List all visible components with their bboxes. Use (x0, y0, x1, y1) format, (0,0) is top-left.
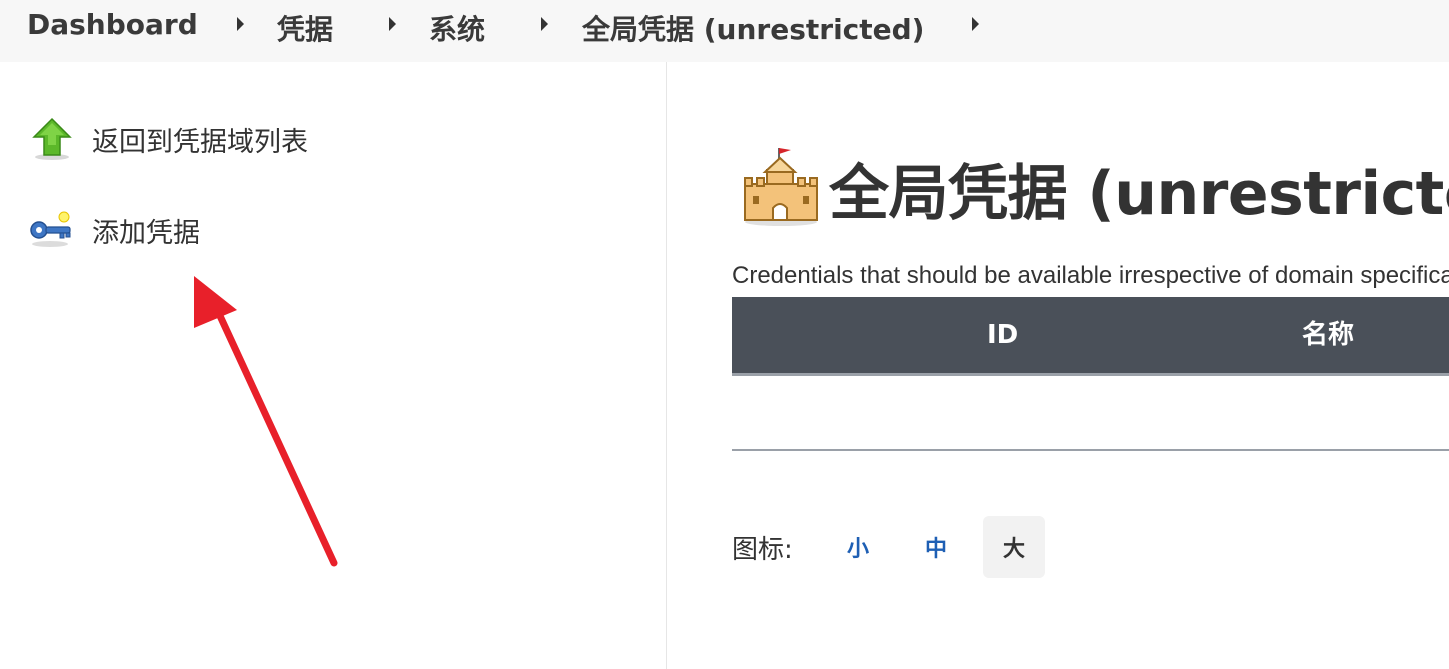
page-description: Credentials that should be available irr… (732, 262, 1449, 289)
breadcrumb-separator-icon[interactable] (237, 17, 244, 31)
column-header-name[interactable]: 名称 (1302, 297, 1354, 373)
sidebar: 返回到凭据域列表 添加凭据 (0, 62, 666, 669)
breadcrumb-separator-icon[interactable] (389, 17, 396, 31)
sidebar-item-label: 返回到凭据域列表 (92, 126, 308, 158)
main-panel: 全局凭据 (unrestricted) Credentials that sho… (667, 62, 1449, 669)
sidebar-item-label: 添加凭据 (92, 217, 200, 249)
breadcrumb-global-credentials[interactable]: 全局凭据 (unrestricted) (582, 8, 924, 48)
breadcrumb-system[interactable]: 系统 (429, 8, 485, 48)
breadcrumb-separator-icon[interactable] (541, 17, 548, 31)
breadcrumb-credentials[interactable]: 凭据 (277, 8, 333, 48)
page-header: 全局凭据 (unrestricted) (739, 144, 1449, 232)
icon-size-selector: 图标: 小 中 大 (732, 516, 1061, 578)
sidebar-item-add-credentials[interactable]: 添加凭据 (28, 205, 200, 255)
icon-size-large-button[interactable]: 大 (983, 516, 1045, 578)
key-icon (28, 206, 76, 254)
castle-icon (739, 144, 823, 232)
credentials-table-header: ID 名称 (732, 297, 1449, 376)
icon-size-small-button[interactable]: 小 (827, 516, 889, 578)
breadcrumb-separator-icon[interactable] (972, 17, 979, 31)
breadcrumb-dashboard[interactable]: Dashboard (27, 8, 198, 41)
icon-size-medium-button[interactable]: 中 (905, 516, 967, 578)
breadcrumb: Dashboard 凭据 系统 全局凭据 (unrestricted) (0, 0, 1449, 62)
column-header-id[interactable]: ID (987, 297, 1018, 373)
up-arrow-icon (28, 115, 76, 163)
icon-size-label: 图标: (732, 534, 793, 565)
table-bottom-border (732, 449, 1449, 451)
page-title: 全局凭据 (unrestricted) (829, 158, 1449, 229)
sidebar-item-back-to-domains[interactable]: 返回到凭据域列表 (28, 114, 308, 164)
